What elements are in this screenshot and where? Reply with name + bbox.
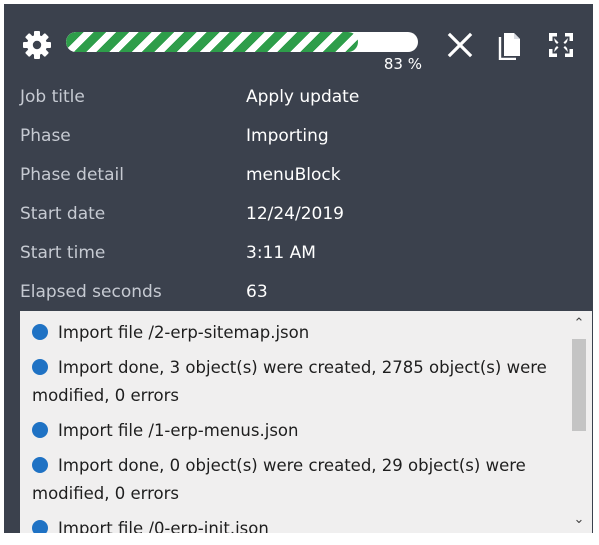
log-entry-text: Import done, 3 object(s) were created, 2… [32,358,547,405]
info-dot-icon [32,324,48,340]
close-icon [447,32,473,58]
progress-fill [66,32,359,52]
settings-button[interactable] [22,30,52,60]
log-entry-text: Import done, 0 object(s) were created, 2… [32,456,526,503]
log-entry: Import file /0-erp-init.json [32,515,552,533]
info-value: Importing [246,126,329,146]
scroll-thumb[interactable] [572,339,586,431]
info-label: Elapsed seconds [20,282,162,302]
info-label: Job title [20,87,85,107]
close-button[interactable] [445,30,475,60]
info-dot-icon [32,457,48,473]
info-label: Start date [20,204,106,224]
info-label: Start time [20,243,106,263]
copy-icon [498,33,520,61]
gear-icon [23,31,51,59]
info-row-phase: Phase Importing [4,121,593,151]
info-value: Apply update [246,87,360,107]
log-entry-text: Import file /2-erp-sitemap.json [58,323,310,342]
log-list: Import file /2-erp-sitemap.json Import d… [20,311,560,533]
info-row-phase-detail: Phase detail menuBlock [4,160,593,190]
log-scrollbar[interactable]: ⌃ ⌄ [566,311,592,533]
info-dot-icon [32,359,48,375]
log-entry: Import done, 0 object(s) were created, 2… [32,452,552,508]
info-row-elapsed-seconds: Elapsed seconds 63 [4,277,593,307]
info-row-start-date: Start date 12/24/2019 [4,199,593,229]
info-value: 12/24/2019 [246,204,344,224]
info-row-start-time: Start time 3:11 AM [4,238,593,268]
info-dot-icon [32,520,48,533]
fullscreen-icon [549,33,573,57]
copy-button[interactable] [495,30,525,61]
info-value: 63 [246,282,268,302]
info-value: 3:11 AM [246,243,316,263]
log-entry-text: Import file /0-erp-init.json [58,519,269,533]
fullscreen-button[interactable] [546,30,576,60]
log-entry: Import file /2-erp-sitemap.json [32,319,552,347]
progress-bar [66,32,418,52]
info-label: Phase [20,126,71,146]
job-status-panel: 83 % Job title Apply update Phase Import… [4,4,593,533]
scroll-down-button[interactable]: ⌄ [566,509,592,531]
log-entry-text: Import file /1-erp-menus.json [58,421,299,440]
info-label: Phase detail [20,165,124,185]
log-panel[interactable]: Import file /2-erp-sitemap.json Import d… [20,311,592,533]
info-dot-icon [32,422,48,438]
scroll-up-button[interactable]: ⌃ [566,313,592,335]
progress-percent: 83 % [383,55,422,73]
log-entry: Import done, 3 object(s) were created, 2… [32,354,552,410]
log-entry: Import file /1-erp-menus.json [32,417,552,445]
info-value: menuBlock [246,165,341,185]
info-row-job-title: Job title Apply update [4,82,593,112]
